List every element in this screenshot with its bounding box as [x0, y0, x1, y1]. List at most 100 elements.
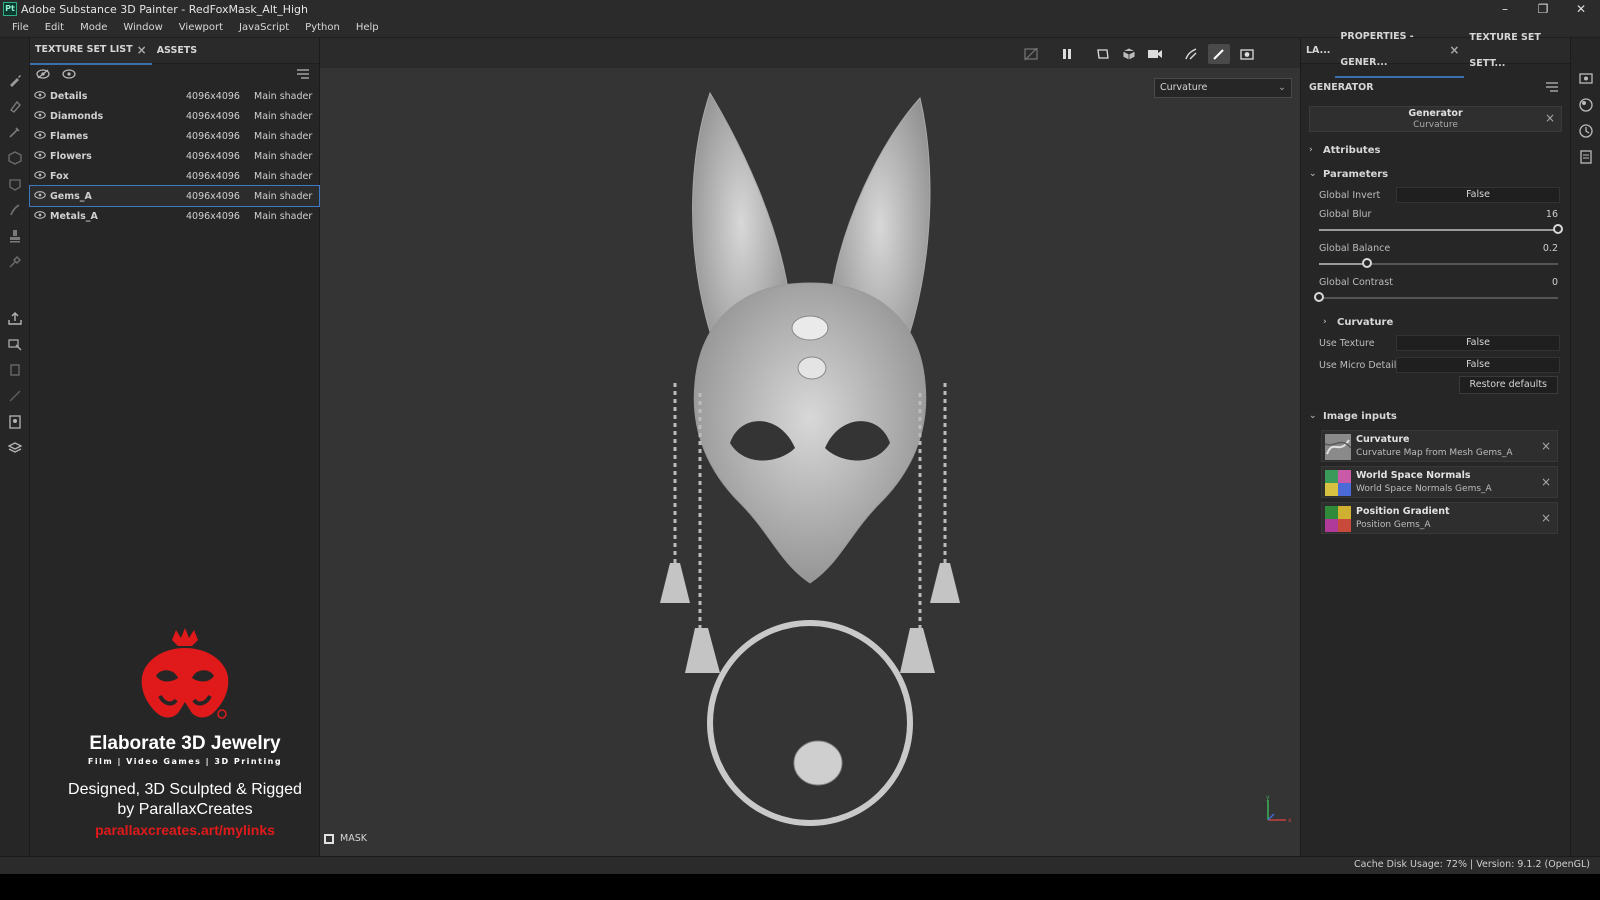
visibility-eye-icon[interactable]	[34, 150, 48, 162]
log-icon[interactable]	[1579, 150, 1593, 164]
material-picker-icon[interactable]	[7, 254, 23, 270]
menu-file[interactable]: File	[4, 18, 37, 38]
paint-mode-icon[interactable]	[1208, 44, 1230, 64]
slider-track[interactable]	[1319, 224, 1563, 234]
image-input-curvature[interactable]: Curvature Curvature Map from Mesh Gems_A…	[1321, 430, 1558, 462]
mask-checkbox[interactable]	[324, 833, 334, 844]
slider-handle[interactable]	[1314, 292, 1324, 302]
measure-icon[interactable]	[7, 388, 23, 404]
bake-icon[interactable]	[7, 336, 23, 352]
texture-set-row[interactable]: Fox 4096x4096 Main shader	[30, 166, 319, 186]
texture-set-shader[interactable]: Main shader	[254, 111, 312, 122]
image-input-position-gradient[interactable]: Position Gradient Position Gems_A ×	[1321, 502, 1558, 534]
section-parameters[interactable]: ⌄ Parameters	[1301, 164, 1570, 184]
panel-menu-icon[interactable]	[1546, 82, 1558, 95]
hide-all-icon[interactable]	[36, 68, 50, 82]
camera-icon[interactable]	[1144, 44, 1166, 64]
restore-button[interactable]: ❐	[1524, 0, 1562, 18]
texture-set-shader[interactable]: Main shader	[254, 91, 312, 102]
texture-set-row[interactable]: Flowers 4096x4096 Main shader	[30, 146, 319, 166]
remove-input-icon[interactable]: ×	[1541, 439, 1551, 453]
pause-icon[interactable]	[1056, 44, 1078, 64]
use-texture-toggle[interactable]: False	[1396, 335, 1560, 351]
menu-edit[interactable]: Edit	[37, 18, 72, 38]
export-icon[interactable]	[7, 310, 23, 326]
global-invert-toggle[interactable]: False	[1396, 187, 1560, 203]
screenshot-icon[interactable]	[1236, 44, 1258, 64]
tab-texture-set-settings[interactable]: TEXTURE SET SETT...	[1464, 25, 1570, 77]
show-all-icon[interactable]	[62, 68, 76, 82]
texture-set-row-selected[interactable]: Gems_A 4096x4096 Main shader	[29, 185, 320, 207]
remove-input-icon[interactable]: ×	[1541, 475, 1551, 489]
slider-track[interactable]	[1314, 292, 1558, 302]
menu-javascript[interactable]: JavaScript	[231, 18, 297, 38]
menu-python[interactable]: Python	[297, 18, 348, 38]
texture-set-shader[interactable]: Main shader	[254, 191, 312, 202]
texture-set-row[interactable]: Details 4096x4096 Main shader	[30, 86, 319, 106]
close-tab-icon[interactable]: ×	[137, 37, 147, 63]
menu-mode[interactable]: Mode	[72, 18, 115, 38]
slider-handle[interactable]	[1553, 224, 1563, 234]
history-icon[interactable]	[1579, 124, 1593, 138]
projection-icon[interactable]	[7, 124, 23, 140]
shelf-icon[interactable]	[7, 362, 23, 378]
visibility-eye-icon[interactable]	[34, 90, 48, 102]
remove-generator-icon[interactable]: ×	[1545, 111, 1555, 125]
param-value[interactable]: 0.2	[1543, 243, 1558, 254]
tab-properties-generator[interactable]: PROPERTIES - GENER... ×	[1335, 24, 1465, 78]
texture-set-row[interactable]: Diamonds 4096x4096 Main shader	[30, 106, 319, 126]
menu-help[interactable]: Help	[348, 18, 387, 38]
panel-menu-icon[interactable]	[297, 69, 309, 82]
visibility-eye-icon[interactable]	[34, 170, 48, 182]
hide-ui-icon[interactable]	[1020, 44, 1042, 64]
generator-selector[interactable]: Generator Curvature ×	[1309, 106, 1562, 132]
smudge-icon[interactable]	[7, 202, 23, 218]
slider-track[interactable]	[1319, 258, 1558, 268]
display-settings-icon[interactable]	[7, 414, 23, 430]
texture-set-row[interactable]: Metals_A 4096x4096 Main shader	[30, 206, 319, 226]
promo-link[interactable]: parallaxcreates.art/mylinks	[60, 822, 310, 838]
selection-mode-icon[interactable]	[1092, 44, 1114, 64]
texture-set-shader[interactable]: Main shader	[254, 151, 312, 162]
section-curvature[interactable]: › Curvature	[1301, 312, 1570, 332]
tab-texture-set-list[interactable]: TEXTURE SET LIST ×	[30, 37, 152, 65]
geometry-mask-icon[interactable]	[7, 150, 23, 166]
image-input-world-space-normals[interactable]: World Space Normals World Space Normals …	[1321, 466, 1558, 498]
texture-set-resolution: 4096x4096	[186, 150, 240, 162]
visibility-eye-icon[interactable]	[34, 110, 48, 122]
menu-window[interactable]: Window	[115, 18, 170, 38]
texture-set-shader[interactable]: Main shader	[254, 171, 312, 182]
channel-dropdown[interactable]: Curvature ⌄	[1154, 78, 1292, 98]
param-value[interactable]: 0	[1552, 277, 1558, 288]
remove-input-icon[interactable]: ×	[1541, 511, 1551, 525]
section-attributes[interactable]: › Attributes	[1301, 140, 1570, 160]
display-settings-icon[interactable]	[1579, 72, 1593, 86]
mask-toggle[interactable]: MASK	[324, 833, 367, 844]
tab-assets[interactable]: ASSETS	[152, 38, 202, 64]
clone-stamp-icon[interactable]	[7, 228, 23, 244]
tab-layers[interactable]: LA...	[1301, 38, 1335, 64]
param-value[interactable]: 16	[1546, 209, 1558, 220]
symmetry-icon[interactable]	[1180, 44, 1202, 64]
view-mode-icon[interactable]	[1118, 44, 1140, 64]
visibility-eye-icon[interactable]	[34, 130, 48, 142]
texture-set-shader[interactable]: Main shader	[254, 131, 312, 142]
paint-brush-icon[interactable]	[7, 72, 23, 88]
close-tab-icon[interactable]: ×	[1449, 37, 1459, 63]
eraser-icon[interactable]	[7, 98, 23, 114]
slider-handle[interactable]	[1361, 258, 1372, 268]
3d-viewport[interactable]: Curvature ⌄ MASK y x	[320, 38, 1300, 856]
restore-defaults-button[interactable]: Restore defaults	[1458, 376, 1558, 394]
visibility-eye-icon[interactable]	[34, 190, 48, 202]
visibility-eye-icon[interactable]	[34, 210, 48, 222]
section-image-inputs[interactable]: ⌄ Image inputs	[1301, 406, 1570, 426]
polygon-fill-icon[interactable]	[7, 176, 23, 192]
layer-stack-icon[interactable]	[7, 440, 23, 456]
close-window-button[interactable]: ✕	[1562, 0, 1600, 18]
use-micro-details-toggle[interactable]: False	[1396, 357, 1560, 373]
menu-viewport[interactable]: Viewport	[171, 18, 231, 38]
minimize-button[interactable]: –	[1486, 0, 1524, 18]
texture-set-shader[interactable]: Main shader	[254, 211, 312, 222]
shader-settings-icon[interactable]	[1579, 98, 1593, 112]
texture-set-row[interactable]: Flames 4096x4096 Main shader	[30, 126, 319, 146]
